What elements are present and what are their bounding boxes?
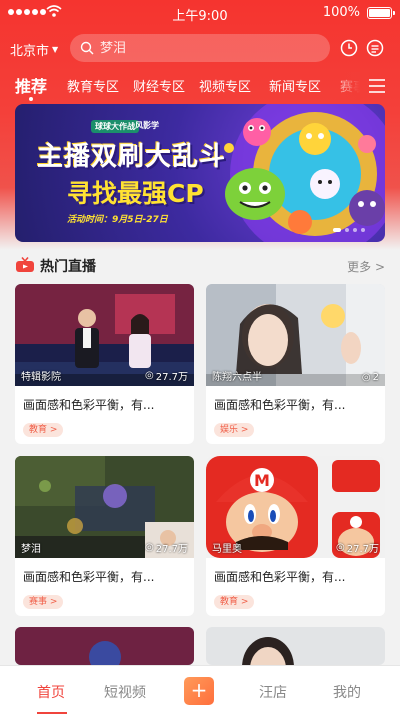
category-tabs: 推荐 教育专区 财经专区 视频专区 新闻专区 赛事 [0,70,400,102]
live-card[interactable] [206,627,385,665]
tab-news[interactable]: 新闻专区 [269,76,321,95]
streamer-name: 特辑影院 [21,372,61,383]
view-count-text: 27.7万 [155,544,188,555]
viewers-icon: ◎ [145,370,154,381]
banner-subheadline: 寻找最强CP [67,179,204,208]
banner-pagination [333,228,365,232]
live-card[interactable]: M 马里奥 ◎ 27.7万 画面感和色彩平衡，有... 教育 > [206,456,385,616]
active-tab-indicator [29,97,33,101]
category-tag[interactable]: 教育 > [23,423,64,437]
svg-text:M: M [254,471,270,490]
city-selector[interactable]: 北京市 ▼ [10,40,58,59]
message-icon[interactable] [366,39,384,57]
section-title: 热门直播 [40,259,96,275]
streamer-name: 陈翔六点半 [212,372,262,383]
battery-percent: 100% [322,5,360,20]
streamer-name: 马里奥 [212,544,242,555]
card-title: 画面感和色彩平衡，有... [214,398,346,412]
card-title: 画面感和色彩平衡，有... [214,570,346,584]
view-count: ◎ 27.7万 [145,540,188,555]
tv-icon [16,257,34,272]
nav-short-video[interactable]: 短视频 [104,682,146,702]
tab-finance[interactable]: 财经专区 [133,76,185,95]
create-plus-button[interactable]: + [184,677,214,705]
caret-down-icon: ▼ [52,45,59,54]
city-label: 北京市 [10,44,50,59]
view-count: ◎ 2 [362,372,379,383]
view-count-text: 27.7万 [346,544,379,555]
tab-education[interactable]: 教育专区 [67,76,119,95]
clock-icon[interactable] [340,39,358,57]
category-tag[interactable]: 赛事 > [23,595,64,609]
more-link[interactable]: 更多 > [347,258,385,275]
view-count-text: 27.7万 [155,372,188,383]
live-card[interactable]: 特辑影院 ◎ 27.7万 画面感和色彩平衡，有... 教育 > [15,284,194,444]
battery-icon [367,7,395,19]
nav-mine[interactable]: 我的 [333,682,361,702]
live-card[interactable]: 陈翔六点半 ◎ 2 画面感和色彩平衡，有... 娱乐 > [206,284,385,444]
card-thumbnail: 梦泪 ◎ 27.7万 [15,456,194,558]
card-thumbnail: 陈翔六点半 ◎ 2 [206,284,385,386]
banner-brand-logo-2: 风影学 [135,121,159,130]
bottom-navigation: 首页 短视频 + 汪店 我的 [0,665,400,714]
streamer-name: 梦泪 [21,544,41,555]
viewers-icon: ◎ [361,372,371,383]
nav-home[interactable]: 首页 [37,682,65,702]
view-count: ◎ 27.7万 [336,540,379,555]
search-icon [80,41,94,55]
tab-video[interactable]: 视频专区 [199,76,251,95]
promo-banner[interactable]: 球球大作战 风影学 主播双刷大乱斗 寻找最强CP 活动时间：9月5日-27日 [15,104,385,242]
category-tag[interactable]: 娱乐 > [214,423,255,437]
view-count-text: 2 [372,372,379,383]
hot-live-section-header: 热门直播 更多 > [15,255,385,275]
banner-date: 活动时间：9月5日-27日 [67,215,168,225]
card-thumbnail [15,627,194,665]
banner-headline: 主播双刷大乱斗 [37,142,227,172]
search-bar[interactable] [70,34,330,62]
banner-brand-logo: 球球大作战 [91,120,139,133]
tab-fade [330,72,360,100]
card-thumbnail: 特辑影院 ◎ 27.7万 [15,284,194,386]
live-card[interactable]: 梦泪 ◎ 27.7万 画面感和色彩平衡，有... 赛事 > [15,456,194,616]
viewers-icon: ◎ [145,542,154,553]
category-tag[interactable]: 教育 > [214,595,255,609]
card-title: 画面感和色彩平衡，有... [23,398,155,412]
status-bar: 上午9:00 100% [0,0,400,26]
viewers-icon: ◎ [336,542,345,553]
card-thumbnail [206,627,385,665]
view-count: ◎ 27.7万 [145,368,188,383]
menu-icon[interactable] [368,78,386,94]
live-card[interactable] [15,627,194,665]
nav-shop[interactable]: 汪店 [259,682,287,702]
tab-recommend[interactable]: 推荐 [15,73,47,97]
card-thumbnail: M 马里奥 ◎ 27.7万 [206,456,385,558]
card-title: 画面感和色彩平衡，有... [23,570,155,584]
search-input[interactable] [100,40,300,56]
